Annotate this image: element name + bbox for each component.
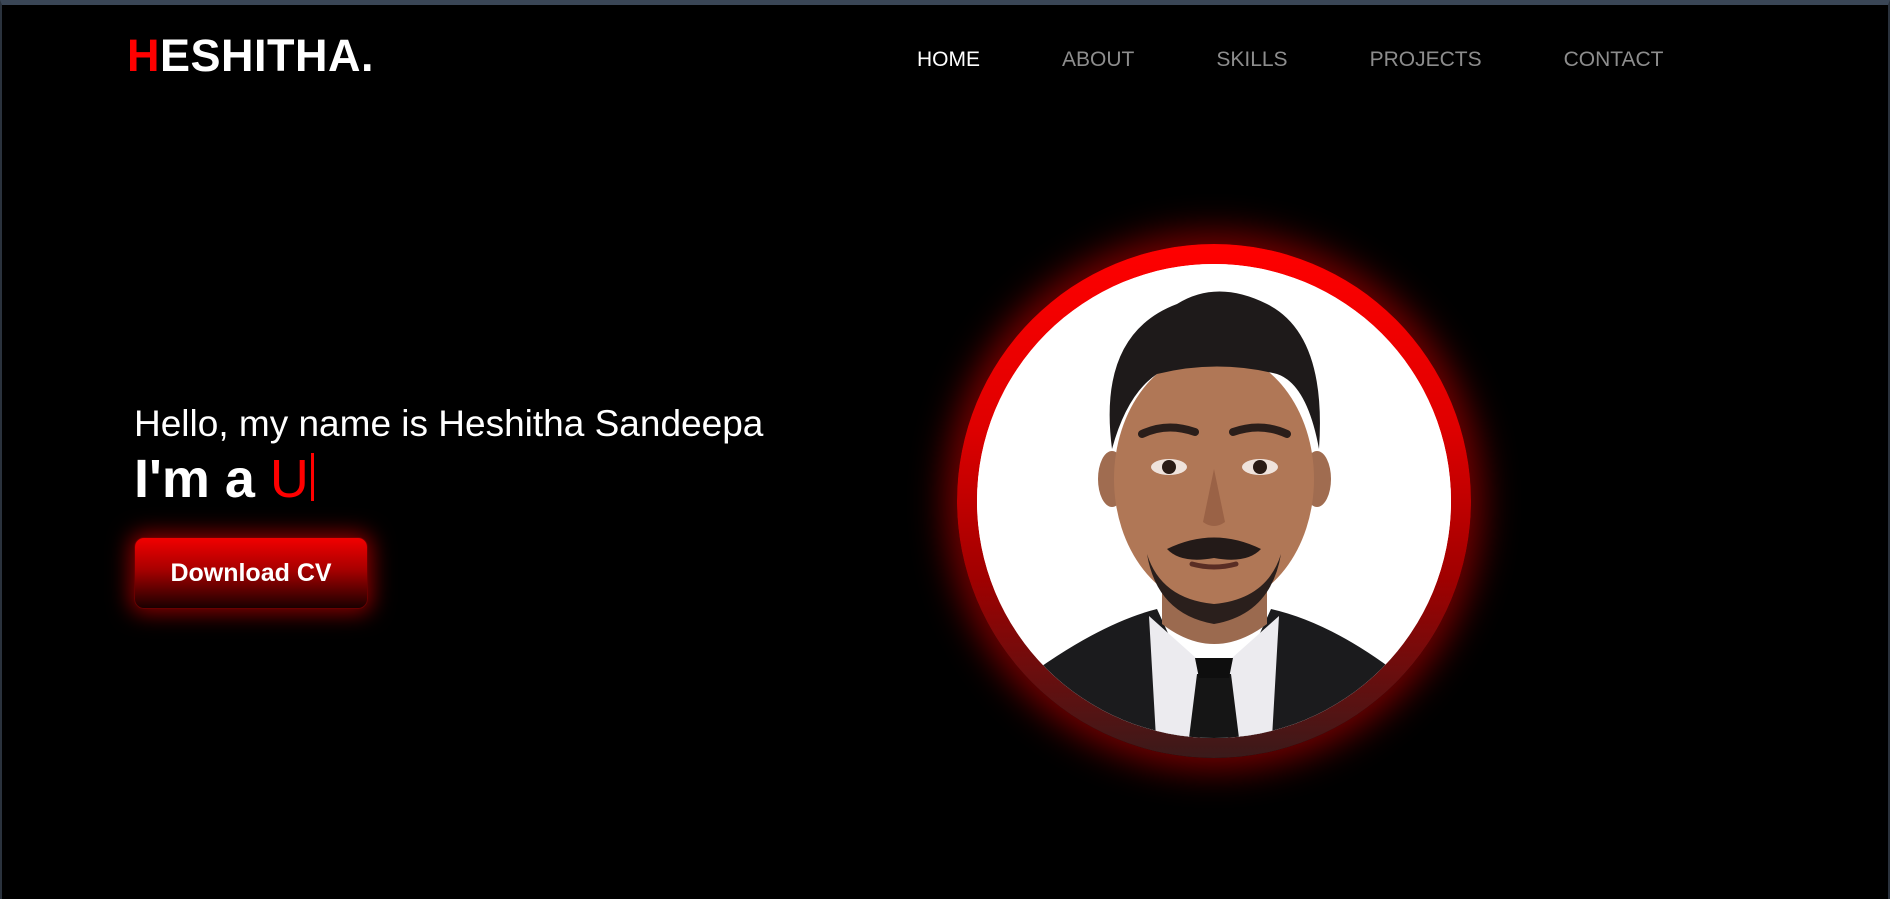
role-typed-text: U <box>269 449 309 509</box>
typing-caret <box>310 453 314 501</box>
profile-photo <box>977 264 1451 738</box>
portrait-illustration <box>977 264 1451 738</box>
nav-projects[interactable]: PROJECTS <box>1370 47 1482 72</box>
download-cv-button[interactable]: Download CV <box>134 537 368 609</box>
page: HESHITHA. HOME ABOUT SKILLS PROJECTS CON… <box>0 0 1890 899</box>
logo-initial: H <box>127 30 160 81</box>
hero-role: I'm a U <box>134 449 314 509</box>
logo-text: ESHITHA. <box>160 30 375 81</box>
nav-contact[interactable]: CONTACT <box>1564 47 1664 72</box>
nav-home[interactable]: HOME <box>917 47 980 72</box>
nav-skills[interactable]: SKILLS <box>1216 47 1287 72</box>
main-nav: HOME ABOUT SKILLS PROJECTS CONTACT <box>917 47 1746 72</box>
site-logo[interactable]: HESHITHA. <box>127 33 374 78</box>
role-prefix: I'm a <box>134 449 270 509</box>
hero-greeting: Hello, my name is Heshitha Sandeepa <box>134 403 764 444</box>
nav-about[interactable]: ABOUT <box>1062 47 1134 72</box>
portrait-ring <box>957 244 1471 758</box>
